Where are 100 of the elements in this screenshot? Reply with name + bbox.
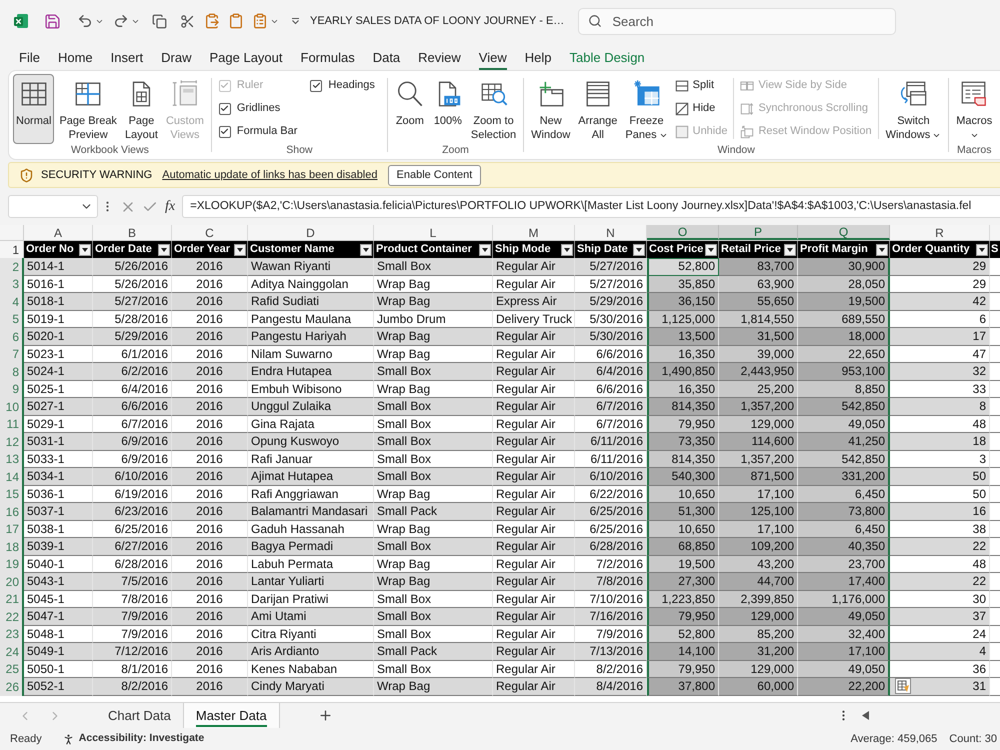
ribbon-tab[interactable]: File bbox=[19, 49, 40, 70]
column-letter[interactable]: B bbox=[93, 225, 172, 240]
table-cell: Rafi Anggriawan bbox=[248, 486, 374, 503]
filter-button[interactable] bbox=[876, 244, 888, 256]
checkbox[interactable] bbox=[218, 102, 231, 114]
row-number[interactable]: 15 bbox=[0, 486, 24, 503]
filter-button[interactable] bbox=[784, 244, 796, 256]
ribbon-tab[interactable]: Home bbox=[58, 49, 93, 70]
ribbon-button[interactable]: Split bbox=[674, 74, 728, 97]
row-number[interactable]: 8 bbox=[0, 363, 24, 380]
checkbox-option[interactable]: Gridlines bbox=[218, 97, 298, 120]
row-number[interactable]: 1 bbox=[0, 241, 24, 258]
insert-function-button[interactable]: fx bbox=[165, 200, 176, 214]
row-number[interactable]: 13 bbox=[0, 450, 24, 468]
filter-button[interactable] bbox=[479, 244, 491, 256]
row-number[interactable]: 11 bbox=[0, 416, 24, 433]
ribbon-tab[interactable]: Formulas bbox=[300, 49, 355, 70]
ribbon-tab[interactable]: Page Layout bbox=[210, 49, 283, 70]
ribbon-button[interactable]: Macros bbox=[953, 74, 996, 144]
ribbon-button[interactable]: Page Break Preview bbox=[56, 74, 120, 144]
ribbon-tab[interactable]: Data bbox=[372, 49, 400, 70]
row-number[interactable]: 2 bbox=[0, 258, 24, 276]
filter-button[interactable] bbox=[79, 244, 91, 256]
ribbon-tab[interactable]: Review bbox=[418, 49, 461, 70]
column-letter[interactable]: Q bbox=[798, 225, 890, 240]
accessibility-status[interactable]: Accessibility: Investigate bbox=[78, 731, 204, 747]
row-number[interactable]: 20 bbox=[0, 573, 24, 590]
row-number[interactable]: 14 bbox=[0, 468, 24, 486]
ribbon-tab[interactable]: Help bbox=[524, 49, 552, 70]
row-number[interactable]: 12 bbox=[0, 433, 24, 450]
clipboard-icon[interactable] bbox=[204, 13, 220, 29]
caret-left-icon[interactable] bbox=[862, 711, 869, 720]
ribbon-button[interactable]: Zoom bbox=[392, 74, 428, 144]
filter-button[interactable] bbox=[705, 244, 717, 256]
filter-button[interactable] bbox=[976, 244, 988, 256]
redo-icon[interactable] bbox=[113, 13, 129, 29]
checkbox[interactable] bbox=[310, 80, 322, 92]
filter-button[interactable] bbox=[360, 244, 372, 256]
row-number[interactable]: 4 bbox=[0, 293, 24, 310]
checkbox-option[interactable]: Headings bbox=[310, 74, 375, 97]
row-number[interactable]: 3 bbox=[0, 276, 24, 293]
clipboard-icon[interactable] bbox=[228, 13, 244, 29]
scissors-icon[interactable] bbox=[180, 14, 195, 28]
ribbon-button[interactable]: Zoom to Selection bbox=[468, 74, 520, 144]
ribbon-button[interactable]: Switch Windows bbox=[882, 74, 944, 144]
column-letter[interactable]: C bbox=[172, 225, 248, 240]
row-number[interactable]: 5 bbox=[0, 310, 24, 328]
row-number[interactable]: 19 bbox=[0, 556, 24, 573]
table-cell: 48 bbox=[890, 416, 990, 433]
clipboard-icon[interactable] bbox=[252, 13, 268, 29]
row-number[interactable]: 21 bbox=[0, 590, 24, 608]
copy-icon[interactable] bbox=[152, 14, 167, 28]
sheet-tab[interactable]: Master Data bbox=[184, 703, 280, 728]
row-number[interactable]: 6 bbox=[0, 328, 24, 346]
ribbon-button[interactable]: Normal bbox=[13, 74, 54, 144]
checkbox[interactable] bbox=[218, 126, 231, 138]
row-number[interactable]: 22 bbox=[0, 608, 24, 626]
table-cell: 73,800 bbox=[798, 503, 890, 520]
column-letter[interactable]: A bbox=[24, 225, 93, 240]
table-cell: 7/2/2016 bbox=[575, 556, 647, 573]
row-number[interactable]: 26 bbox=[0, 678, 24, 696]
row-number[interactable]: 18 bbox=[0, 538, 24, 556]
spreadsheet-logo-icon[interactable] bbox=[13, 13, 29, 29]
checkbox-option[interactable]: Formula Bar bbox=[218, 120, 298, 143]
formula-field[interactable]: =XLOOKUP($A2,'C:\Users\anastasia.felicia\Pictures\PORTFOLIO UPWORK\[Master List Loony Journey.xlsx]Data'!$A$4:$A$1003,'C:\Users\anastasia.fel bbox=[182, 195, 1000, 218]
row-number[interactable]: 23 bbox=[0, 626, 24, 643]
ribbon-button[interactable]: Freeze Panes bbox=[622, 74, 671, 144]
row-number[interactable]: 10 bbox=[0, 398, 24, 416]
filter-button[interactable] bbox=[633, 244, 645, 256]
enable-content-button[interactable]: Enable Content bbox=[388, 164, 482, 186]
ribbon-button[interactable]: New Window bbox=[528, 74, 574, 144]
add-sheet-icon[interactable] bbox=[318, 708, 333, 723]
warning-link[interactable]: Automatic update of links has been disabled bbox=[162, 166, 378, 184]
customize-caret-icon[interactable] bbox=[291, 17, 300, 25]
ribbon-button[interactable]: Page Layout bbox=[122, 74, 161, 144]
ribbon-tab[interactable]: Draw bbox=[161, 49, 192, 70]
undo-icon[interactable] bbox=[77, 13, 93, 29]
column-letter[interactable]: O bbox=[647, 225, 719, 240]
column-letter[interactable]: L bbox=[374, 225, 493, 240]
column-letter[interactable]: P bbox=[719, 225, 798, 240]
ribbon-button[interactable]: 100% bbox=[430, 74, 466, 144]
row-number[interactable]: 17 bbox=[0, 520, 24, 538]
row-number[interactable]: 25 bbox=[0, 660, 24, 678]
search-field[interactable]: Search bbox=[578, 8, 896, 34]
row-number[interactable]: 24 bbox=[0, 643, 24, 660]
row-number[interactable]: 7 bbox=[0, 346, 24, 363]
column-letter[interactable]: D bbox=[248, 225, 374, 240]
column-letter[interactable]: M bbox=[493, 225, 575, 240]
filter-button[interactable] bbox=[158, 244, 170, 256]
row-number[interactable]: 9 bbox=[0, 380, 24, 398]
filter-button[interactable] bbox=[234, 244, 246, 256]
save-icon[interactable] bbox=[44, 12, 61, 30]
ribbon-tab[interactable]: Table Design bbox=[570, 49, 645, 70]
ribbon-button[interactable]: Hide bbox=[674, 97, 728, 120]
ribbon-tab[interactable]: Insert bbox=[110, 49, 144, 70]
row-number[interactable]: 16 bbox=[0, 503, 24, 520]
column-letter[interactable]: R bbox=[890, 225, 990, 240]
quick-analysis-icon[interactable] bbox=[895, 678, 911, 694]
ribbon-button[interactable]: Arrange All bbox=[575, 74, 620, 144]
filter-button[interactable] bbox=[561, 244, 573, 256]
